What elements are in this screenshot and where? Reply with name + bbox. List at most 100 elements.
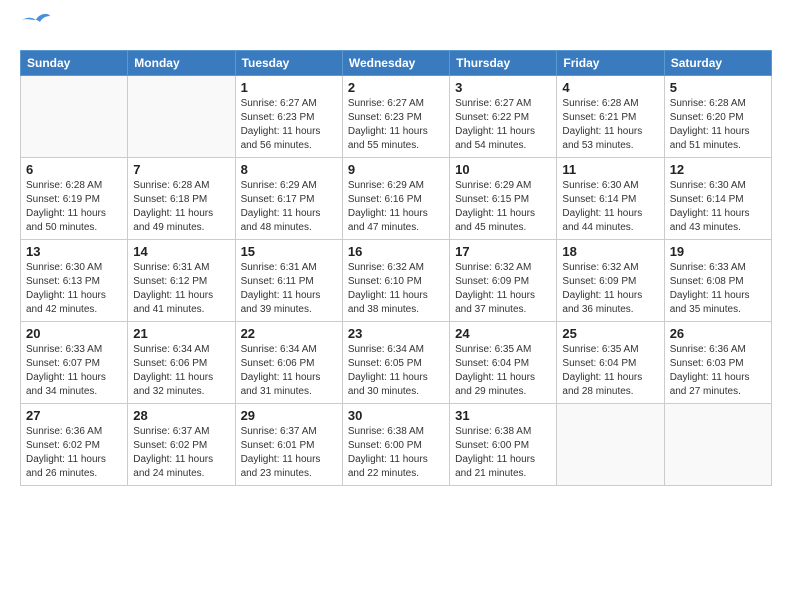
day-info: Sunrise: 6:31 AM Sunset: 6:12 PM Dayligh… (133, 261, 229, 317)
calendar-body: 1 Sunrise: 6:27 AM Sunset: 6:23 PM Daylig… (21, 76, 772, 486)
calendar-cell: 30 Sunrise: 6:38 AM Sunset: 6:00 PM Dayli… (342, 404, 449, 486)
day-number: 10 (455, 162, 551, 177)
day-info: Sunrise: 6:27 AM Sunset: 6:23 PM Dayligh… (241, 97, 337, 153)
calendar-cell: 9Sunrise: 6:29 AM Sunset: 6:16 PM Daylig… (342, 158, 449, 240)
calendar-cell: 23Sunrise: 6:34 AM Sunset: 6:05 PM Dayli… (342, 322, 449, 404)
day-number: 31 (455, 408, 551, 423)
calendar-cell: 4 Sunrise: 6:28 AM Sunset: 6:21 PM Daylig… (557, 76, 664, 158)
calendar-cell: 16 Sunrise: 6:32 AM Sunset: 6:10 PM Dayli… (342, 240, 449, 322)
calendar-cell: 14 Sunrise: 6:31 AM Sunset: 6:12 PM Dayli… (128, 240, 235, 322)
day-number: 15 (241, 244, 337, 259)
day-info: Sunrise: 6:31 AM Sunset: 6:11 PM Dayligh… (241, 261, 337, 317)
day-number: 19 (670, 244, 766, 259)
calendar-cell: 15 Sunrise: 6:31 AM Sunset: 6:11 PM Dayli… (235, 240, 342, 322)
day-info: Sunrise: 6:29 AM Sunset: 6:17 PM Dayligh… (241, 179, 337, 235)
day-number: 24 (455, 326, 551, 341)
day-number: 26 (670, 326, 766, 341)
day-number: 11 (562, 162, 658, 177)
day-number: 20 (26, 326, 122, 341)
column-header-tuesday: Tuesday (235, 51, 342, 76)
day-number: 30 (348, 408, 444, 423)
day-number: 27 (26, 408, 122, 423)
day-info: Sunrise: 6:32 AM Sunset: 6:10 PM Dayligh… (348, 261, 444, 317)
day-info: Sunrise: 6:27 AM Sunset: 6:22 PM Dayligh… (455, 97, 551, 153)
day-number: 25 (562, 326, 658, 341)
calendar-cell: 29 Sunrise: 6:37 AM Sunset: 6:01 PM Dayli… (235, 404, 342, 486)
calendar-cell: 6 Sunrise: 6:28 AM Sunset: 6:19 PM Daylig… (21, 158, 128, 240)
column-header-monday: Monday (128, 51, 235, 76)
day-number: 14 (133, 244, 229, 259)
day-number: 21 (133, 326, 229, 341)
day-info: Sunrise: 6:28 AM Sunset: 6:19 PM Dayligh… (26, 179, 122, 235)
calendar-cell: 28Sunrise: 6:37 AM Sunset: 6:02 PM Dayli… (128, 404, 235, 486)
day-info: Sunrise: 6:30 AM Sunset: 6:13 PM Dayligh… (26, 261, 122, 317)
day-info: Sunrise: 6:38 AM Sunset: 6:00 PM Dayligh… (348, 425, 444, 481)
day-info: Sunrise: 6:28 AM Sunset: 6:21 PM Dayligh… (562, 97, 658, 153)
column-header-friday: Friday (557, 51, 664, 76)
day-number: 8 (241, 162, 337, 177)
day-info: Sunrise: 6:35 AM Sunset: 6:04 PM Dayligh… (562, 343, 658, 399)
day-number: 5 (670, 80, 766, 95)
day-info: Sunrise: 6:36 AM Sunset: 6:02 PM Dayligh… (26, 425, 122, 481)
week-row-5: 27 Sunrise: 6:36 AM Sunset: 6:02 PM Dayli… (21, 404, 772, 486)
day-info: Sunrise: 6:32 AM Sunset: 6:09 PM Dayligh… (455, 261, 551, 317)
day-info: Sunrise: 6:35 AM Sunset: 6:04 PM Dayligh… (455, 343, 551, 399)
day-info: Sunrise: 6:29 AM Sunset: 6:16 PM Dayligh… (348, 179, 444, 235)
day-info: Sunrise: 6:36 AM Sunset: 6:03 PM Dayligh… (670, 343, 766, 399)
calendar-cell: 17 Sunrise: 6:32 AM Sunset: 6:09 PM Dayli… (450, 240, 557, 322)
calendar-cell (128, 76, 235, 158)
calendar-cell: 5Sunrise: 6:28 AM Sunset: 6:20 PM Daylig… (664, 76, 771, 158)
day-info: Sunrise: 6:38 AM Sunset: 6:00 PM Dayligh… (455, 425, 551, 481)
column-header-saturday: Saturday (664, 51, 771, 76)
calendar-cell: 10Sunrise: 6:29 AM Sunset: 6:15 PM Dayli… (450, 158, 557, 240)
day-number: 16 (348, 244, 444, 259)
calendar-cell: 18 Sunrise: 6:32 AM Sunset: 6:09 PM Dayli… (557, 240, 664, 322)
calendar-table: SundayMondayTuesdayWednesdayThursdayFrid… (20, 50, 772, 486)
calendar-cell: 25 Sunrise: 6:35 AM Sunset: 6:04 PM Dayli… (557, 322, 664, 404)
calendar-cell (21, 76, 128, 158)
column-header-sunday: Sunday (21, 51, 128, 76)
day-number: 7 (133, 162, 229, 177)
column-header-wednesday: Wednesday (342, 51, 449, 76)
day-number: 12 (670, 162, 766, 177)
day-info: Sunrise: 6:32 AM Sunset: 6:09 PM Dayligh… (562, 261, 658, 317)
day-number: 18 (562, 244, 658, 259)
calendar-cell: 20 Sunrise: 6:33 AM Sunset: 6:07 PM Dayli… (21, 322, 128, 404)
day-info: Sunrise: 6:28 AM Sunset: 6:18 PM Dayligh… (133, 179, 229, 235)
calendar-cell: 22Sunrise: 6:34 AM Sunset: 6:06 PM Dayli… (235, 322, 342, 404)
page-header (20, 20, 772, 34)
calendar-cell: 3 Sunrise: 6:27 AM Sunset: 6:22 PM Daylig… (450, 76, 557, 158)
day-info: Sunrise: 6:34 AM Sunset: 6:06 PM Dayligh… (241, 343, 337, 399)
calendar-cell: 1 Sunrise: 6:27 AM Sunset: 6:23 PM Daylig… (235, 76, 342, 158)
calendar-cell: 19Sunrise: 6:33 AM Sunset: 6:08 PM Dayli… (664, 240, 771, 322)
calendar-cell: 21 Sunrise: 6:34 AM Sunset: 6:06 PM Dayli… (128, 322, 235, 404)
day-info: Sunrise: 6:37 AM Sunset: 6:02 PM Dayligh… (133, 425, 229, 481)
calendar-cell: 12 Sunrise: 6:30 AM Sunset: 6:14 PM Dayli… (664, 158, 771, 240)
calendar-cell: 2Sunrise: 6:27 AM Sunset: 6:23 PM Daylig… (342, 76, 449, 158)
calendar-cell: 26 Sunrise: 6:36 AM Sunset: 6:03 PM Dayli… (664, 322, 771, 404)
calendar-cell: 8 Sunrise: 6:29 AM Sunset: 6:17 PM Daylig… (235, 158, 342, 240)
week-row-4: 20 Sunrise: 6:33 AM Sunset: 6:07 PM Dayli… (21, 322, 772, 404)
day-number: 4 (562, 80, 658, 95)
bird-icon (22, 12, 50, 34)
day-number: 1 (241, 80, 337, 95)
day-info: Sunrise: 6:30 AM Sunset: 6:14 PM Dayligh… (670, 179, 766, 235)
calendar-cell (557, 404, 664, 486)
day-info: Sunrise: 6:34 AM Sunset: 6:05 PM Dayligh… (348, 343, 444, 399)
calendar-cell: 11Sunrise: 6:30 AM Sunset: 6:14 PM Dayli… (557, 158, 664, 240)
day-info: Sunrise: 6:37 AM Sunset: 6:01 PM Dayligh… (241, 425, 337, 481)
calendar-header-row: SundayMondayTuesdayWednesdayThursdayFrid… (21, 51, 772, 76)
column-header-thursday: Thursday (450, 51, 557, 76)
day-info: Sunrise: 6:34 AM Sunset: 6:06 PM Dayligh… (133, 343, 229, 399)
calendar-cell: 7 Sunrise: 6:28 AM Sunset: 6:18 PM Daylig… (128, 158, 235, 240)
calendar-cell: 27 Sunrise: 6:36 AM Sunset: 6:02 PM Dayli… (21, 404, 128, 486)
day-number: 3 (455, 80, 551, 95)
calendar-cell: 24 Sunrise: 6:35 AM Sunset: 6:04 PM Dayli… (450, 322, 557, 404)
day-number: 6 (26, 162, 122, 177)
day-number: 29 (241, 408, 337, 423)
day-number: 17 (455, 244, 551, 259)
day-number: 13 (26, 244, 122, 259)
day-info: Sunrise: 6:33 AM Sunset: 6:07 PM Dayligh… (26, 343, 122, 399)
day-info: Sunrise: 6:27 AM Sunset: 6:23 PM Dayligh… (348, 97, 444, 153)
calendar-cell (664, 404, 771, 486)
